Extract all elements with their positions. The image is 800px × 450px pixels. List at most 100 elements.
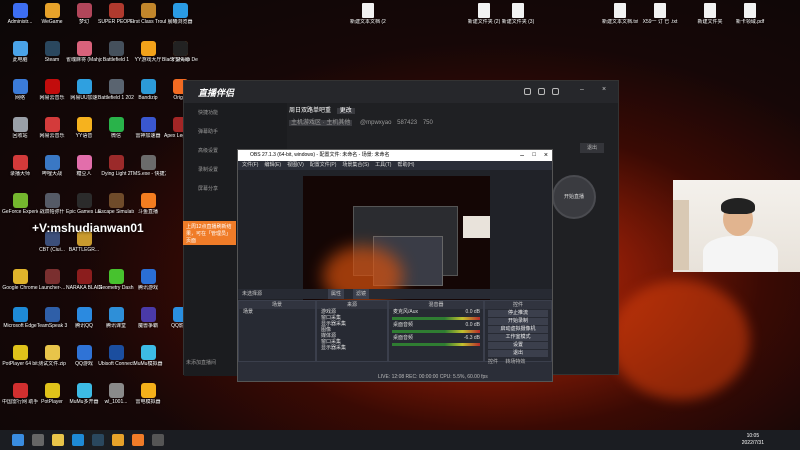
obs-menu-item[interactable]: 配置文件(P)	[310, 162, 337, 168]
taskbar-obs-icon[interactable]	[152, 434, 164, 446]
desktop-icon[interactable]: YY语音	[66, 117, 102, 139]
desktop-icon[interactable]: 中国雷行网 助手	[2, 383, 38, 405]
desktop-icon[interactable]: YY游戏大厅	[130, 41, 166, 63]
desktop-icon[interactable]: wl_1001...	[98, 383, 134, 405]
desktop-icon[interactable]: Microsoft Edge	[2, 307, 38, 329]
desktop-icon[interactable]: 雷电模拟器	[130, 383, 166, 405]
desktop-icon[interactable]: Escape Simulator	[98, 193, 134, 215]
sidebar-item[interactable]: 快捷功能	[184, 103, 287, 122]
desktop-file[interactable]: 新建文本文档.txt	[602, 3, 638, 25]
filters-button[interactable]: 滤镜	[353, 289, 370, 299]
desktop-icon[interactable]: 腾讯游戏	[130, 269, 166, 291]
desktop-icon[interactable]: First Class Trouble	[130, 3, 166, 25]
maximize-icon[interactable]: □	[532, 150, 536, 161]
taskbar-live-app-icon[interactable]	[132, 434, 144, 446]
list-item[interactable]: 显示器采集	[317, 345, 387, 351]
desktop-icon[interactable]: 斗鱼直播	[130, 193, 166, 215]
clock[interactable]: 10:05 2022/7/31	[742, 433, 764, 447]
obs-menu-item[interactable]: 编辑(E)	[264, 162, 281, 168]
desktop-icon[interactable]: 微信	[98, 117, 134, 139]
controls-tab[interactable]: 控件	[488, 359, 498, 365]
notice-banner[interactable]: 上周12点直播刷新结果，可在「管理员」页面	[183, 221, 236, 245]
desktop-icon[interactable]: Epic Games Launcher	[66, 193, 102, 215]
gift-icon[interactable]	[538, 88, 545, 95]
taskbar-wegame-icon[interactable]	[112, 434, 124, 446]
desktop-file[interactable]: 新建文件夹 (3)	[500, 3, 536, 25]
desktop-icon[interactable]: GeForce Experience	[2, 193, 38, 215]
desktop-icon[interactable]: Battlefield 1	[98, 41, 134, 63]
desktop-icon[interactable]: 网易云音乐	[34, 79, 70, 101]
desktop-icon[interactable]: 晨曦浏览器	[162, 3, 198, 25]
taskbar-edge-icon[interactable]	[72, 434, 84, 446]
transition-tab[interactable]: 转场特效	[505, 359, 525, 365]
desktop-icon[interactable]: 糖豆人	[66, 155, 102, 177]
obs-menu-item[interactable]: 场景集合(S)	[342, 162, 369, 168]
properties-button[interactable]: 属性	[328, 289, 345, 299]
desktop-icon[interactable]: 网易云音乐	[34, 117, 70, 139]
minimize-icon[interactable]: –	[520, 150, 524, 161]
control-button[interactable]: 启动虚拟摄像机	[488, 326, 548, 333]
desktop-icon[interactable]: 录播大师	[2, 155, 38, 177]
desktop-icon[interactable]: 腾讯QQ	[66, 307, 102, 329]
desktop-icon[interactable]: Ubisoft Connect	[98, 345, 134, 367]
list-item[interactable]: 场景	[239, 309, 315, 315]
volume-meter[interactable]	[392, 343, 480, 346]
taskbar-windows-icon[interactable]	[12, 434, 24, 446]
desktop-icon[interactable]: 网络	[2, 79, 38, 101]
desktop-icon[interactable]: Launcher-...	[34, 269, 70, 291]
desktop-file[interactable]: 新卡领域.pdf	[732, 3, 768, 25]
desktop-icon[interactable]: 梦幻	[66, 3, 102, 25]
desktop-file[interactable]: 新建文件夹	[692, 3, 728, 25]
desktop-icon[interactable]: SUPER PEOPLE CBT	[98, 3, 134, 25]
obs-menu-item[interactable]: 工具(T)	[375, 162, 391, 168]
sidebar-item[interactable]: 弹幕助手	[184, 122, 287, 141]
desktop-icon[interactable]: MuMu多开器	[66, 383, 102, 405]
taskbar-steam-icon[interactable]	[92, 434, 104, 446]
desktop-icon[interactable]: Administr...	[2, 3, 38, 25]
desktop-icon[interactable]: Geometry Dash	[98, 269, 134, 291]
desktop-icon[interactable]: PotPlayer	[34, 383, 70, 405]
control-button[interactable]: 设置	[488, 342, 548, 349]
start-live-button[interactable]: 开始直播	[552, 175, 596, 219]
desktop-icon[interactable]: 魔兽争霸	[130, 307, 166, 329]
desktop-file[interactable]: 新建文件夹 (2)	[466, 3, 502, 25]
desktop-icon[interactable]: 测试文件.zip	[34, 345, 70, 367]
volume-meter[interactable]	[392, 317, 480, 320]
room-category[interactable]: 主机游戏区 · 主机其他	[289, 120, 353, 126]
obs-window[interactable]: OBS 27.1.3 (64-bit, windows) - 配置文件: 未命名…	[237, 149, 553, 382]
desktop-icon[interactable]: 回收站	[2, 117, 38, 139]
desktop-icon[interactable]: TeamSpeak 3	[34, 307, 70, 329]
control-button[interactable]: 停止推流	[488, 310, 548, 317]
exit-button[interactable]: 退出	[580, 143, 604, 153]
desktop-icon[interactable]: 雀魂麻将 (Mahjong...	[66, 41, 102, 63]
room-edit-button[interactable]: 更改	[336, 108, 355, 114]
menu-icon[interactable]	[552, 88, 559, 95]
desktop-icon[interactable]: PotPlayer 64 bit	[2, 345, 38, 367]
volume-meter[interactable]	[392, 330, 480, 333]
taskbar-search-icon[interactable]	[32, 434, 44, 446]
desktop-icon[interactable]: 网易UU加速	[66, 79, 102, 101]
desktop-icon[interactable]: Battlefield 1 2021.exe	[98, 79, 134, 101]
desktop-file[interactable]: X59一 订 已 .txt	[642, 3, 678, 25]
desktop-icon[interactable]: TMS.exe - 快捷方式	[130, 155, 166, 177]
taskbar-file-explorer-icon[interactable]	[52, 434, 64, 446]
desktop-icon[interactable]: Black Sheep Demo	[162, 41, 198, 63]
desktop-icon[interactable]: WeGame	[34, 3, 70, 25]
obs-menu-item[interactable]: 文件(F)	[242, 162, 258, 168]
desktop-icon[interactable]: Steam	[34, 41, 70, 63]
desktop-icon[interactable]: 哔哩大战	[34, 155, 70, 177]
obs-menu-item[interactable]: 视图(V)	[287, 162, 304, 168]
desktop-icon[interactable]: Dying Light 2	[98, 155, 134, 177]
desktop-icon[interactable]: Google Chrome	[2, 269, 38, 291]
desktop-file[interactable]: 新建文本文档 (2).txt	[350, 3, 386, 25]
desktop-icon[interactable]: 战双帕弥什	[34, 193, 70, 215]
obs-menu-item[interactable]: 帮助(H)	[397, 162, 414, 168]
control-button[interactable]: 开始录制	[488, 318, 548, 325]
close-icon[interactable]: ×	[602, 86, 609, 93]
close-icon[interactable]: ×	[544, 150, 548, 161]
control-button[interactable]: 退出	[488, 350, 548, 357]
desktop-icon[interactable]: MuMu模拟器	[130, 345, 166, 367]
desktop-icon[interactable]: QQ游戏	[66, 345, 102, 367]
desktop-icon[interactable]: 雷神加速器	[130, 117, 166, 139]
desktop-icon[interactable]: 腾讯课堂	[98, 307, 134, 329]
